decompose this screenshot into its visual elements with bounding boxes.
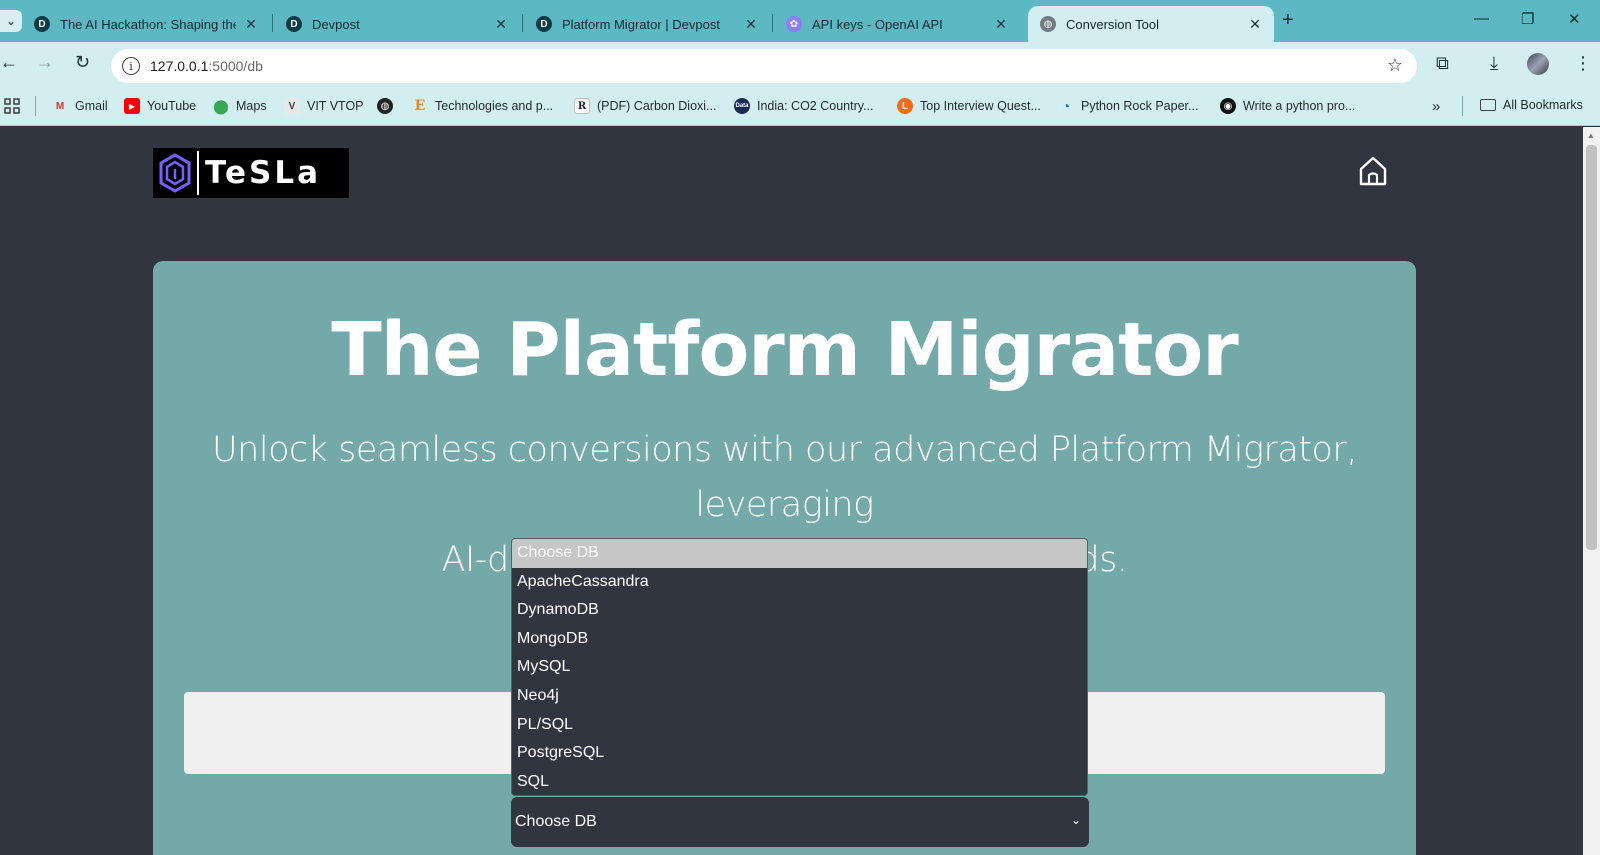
forward-button[interactable]: → bbox=[36, 52, 54, 73]
tab-separator bbox=[272, 14, 273, 32]
close-window-button[interactable]: ✕ bbox=[1568, 10, 1581, 28]
python-icon: ◔ bbox=[1061, 98, 1071, 114]
scrollbar-thumb[interactable] bbox=[1586, 145, 1597, 550]
tab-platform-migrator-devpost[interactable]: D Platform Migrator | Devpost ✕ bbox=[524, 6, 770, 42]
bookmarks-bar: M Gmail ▶ YouTube ⬤ Maps V VIT VTOP ◍ E … bbox=[0, 86, 1600, 126]
bookmark-vit-vtop[interactable]: V VIT VTOP bbox=[284, 98, 364, 114]
close-icon[interactable]: ✕ bbox=[242, 16, 260, 33]
bookmark-maps[interactable]: ⬤ Maps bbox=[213, 97, 266, 114]
bookmark-python-rock-paper[interactable]: ◔ Python Rock Paper... bbox=[1058, 98, 1199, 114]
tab-conversion-tool[interactable]: ◍ Conversion Tool ✕ bbox=[1028, 6, 1274, 42]
browser-toolbar: ← → ↻ i 127.0.0.1:5000/db ☆ ⧉ ⤓ ⋮ bbox=[0, 42, 1600, 86]
bookmark-globe[interactable]: ◍ bbox=[377, 98, 400, 114]
reload-button[interactable]: ↻ bbox=[75, 52, 90, 73]
select-value: Choose DB bbox=[515, 813, 597, 830]
tab-separator bbox=[772, 14, 773, 32]
devpost-icon: D bbox=[286, 16, 302, 32]
target-db-select[interactable]: Choose DB ⌄ bbox=[511, 797, 1089, 847]
github-icon: ◉ bbox=[1220, 98, 1236, 114]
db-option-plsql[interactable]: PL/SQL bbox=[512, 711, 1087, 740]
tab-title: Conversion Tool bbox=[1066, 16, 1159, 32]
gmail-icon: M bbox=[55, 100, 65, 112]
address-bar[interactable]: i 127.0.0.1:5000/db ☆ bbox=[111, 49, 1417, 83]
tesla-logo[interactable]: TeSLa bbox=[153, 148, 349, 198]
bookmark-separator bbox=[1462, 96, 1463, 116]
globe-icon: ◍ bbox=[377, 98, 393, 114]
globe-icon: ◍ bbox=[1040, 16, 1056, 32]
bookmark-technologies[interactable]: E Technologies and p... bbox=[412, 98, 553, 114]
bookmark-gmail[interactable]: M Gmail bbox=[52, 98, 108, 114]
minimize-button[interactable]: — bbox=[1474, 10, 1489, 27]
db-dropdown-list[interactable]: Choose DB ApacheCassandra DynamoDB Mongo… bbox=[511, 538, 1088, 796]
bookmark-star-icon[interactable]: ☆ bbox=[1387, 55, 1403, 76]
bookmark-carbon-dioxide[interactable]: R (PDF) Carbon Dioxi... bbox=[574, 98, 716, 114]
apps-grid-icon[interactable] bbox=[4, 98, 20, 114]
db-option-sql[interactable]: SQL bbox=[512, 768, 1087, 795]
devpost-icon: D bbox=[536, 16, 552, 32]
db-option-mongodb[interactable]: MongoDB bbox=[512, 625, 1087, 654]
tab-title: Platform Migrator | Devpost bbox=[562, 16, 720, 32]
bookmark-write-python[interactable]: ◉ Write a python pro... bbox=[1220, 98, 1355, 114]
tab-separator bbox=[522, 14, 523, 32]
home-button[interactable] bbox=[1356, 154, 1390, 188]
chevron-down-icon: ⌄ bbox=[5, 14, 17, 28]
tab-title: API keys - OpenAI API bbox=[812, 16, 943, 32]
restore-button[interactable]: ❐ bbox=[1521, 10, 1534, 28]
tab-search-dropdown[interactable]: ⌄ bbox=[0, 10, 22, 32]
page-scrollbar[interactable]: ▲ bbox=[1583, 127, 1600, 855]
tab-strip: ⌄ D The AI Hackathon: Shaping the ✕ D De… bbox=[0, 0, 1600, 42]
bookmark-india-co2[interactable]: Data India: CO2 Country... bbox=[734, 98, 874, 114]
site-info-icon[interactable]: i bbox=[122, 57, 140, 75]
data-icon: Data bbox=[734, 98, 750, 114]
page-title: The Platform Migrator bbox=[331, 307, 1239, 393]
page-content: TeSLa The Platform Migrator Unlock seaml… bbox=[0, 127, 1583, 855]
bookmark-top-interview[interactable]: L Top Interview Quest... bbox=[897, 98, 1041, 114]
menu-icon[interactable]: ⋮ bbox=[1574, 53, 1592, 74]
more-bookmarks-icon[interactable]: » bbox=[1432, 98, 1440, 115]
bookmark-youtube[interactable]: ▶ YouTube bbox=[124, 98, 196, 114]
close-icon[interactable]: ✕ bbox=[992, 16, 1010, 33]
db-option-apachecassandra[interactable]: ApacheCassandra bbox=[512, 568, 1087, 597]
all-bookmarks-folder[interactable]: All Bookmarks bbox=[1480, 98, 1583, 112]
e-icon: E bbox=[414, 98, 426, 114]
tab-ai-hackathon[interactable]: D The AI Hackathon: Shaping the ✕ bbox=[22, 6, 270, 42]
logo-divider bbox=[197, 151, 199, 195]
tab-title: Devpost bbox=[312, 16, 360, 32]
download-icon[interactable]: ⤓ bbox=[1490, 53, 1498, 74]
close-icon[interactable]: ✕ bbox=[742, 16, 760, 33]
chevron-down-icon: ⌄ bbox=[1070, 813, 1081, 827]
close-icon[interactable]: ✕ bbox=[1246, 16, 1264, 33]
researchgate-icon: R bbox=[574, 98, 590, 114]
logo-text: TeSLa bbox=[205, 155, 322, 191]
db-option-postgresql[interactable]: PostgreSQL bbox=[512, 739, 1087, 768]
db-option-choose[interactable]: Choose DB bbox=[512, 539, 1087, 568]
db-option-mysql[interactable]: MySQL bbox=[512, 653, 1087, 682]
folder-icon bbox=[1480, 99, 1496, 111]
tab-title: The AI Hackathon: Shaping the bbox=[60, 16, 236, 32]
scroll-up-icon[interactable]: ▲ bbox=[1587, 131, 1595, 140]
tab-devpost[interactable]: D Devpost ✕ bbox=[274, 6, 520, 42]
leetcode-icon: L bbox=[897, 98, 913, 114]
maps-icon: ⬤ bbox=[213, 97, 229, 114]
close-icon[interactable]: ✕ bbox=[492, 16, 510, 33]
back-button[interactable]: ← bbox=[0, 52, 18, 73]
db-option-neo4j[interactable]: Neo4j bbox=[512, 682, 1087, 711]
vit-icon: V bbox=[284, 98, 300, 114]
home-icon bbox=[1359, 156, 1387, 186]
bookmark-separator bbox=[35, 96, 36, 116]
new-tab-button[interactable]: + bbox=[1282, 9, 1294, 32]
db-option-dynamodb[interactable]: DynamoDB bbox=[512, 596, 1087, 625]
hexagon-logo-icon bbox=[153, 148, 197, 198]
youtube-icon: ▶ bbox=[124, 98, 140, 114]
extensions-icon[interactable]: ⧉ bbox=[1436, 53, 1449, 74]
devpost-icon: D bbox=[34, 16, 50, 32]
address-url: 127.0.0.1:5000/db bbox=[150, 58, 263, 74]
tab-openai-api-keys[interactable]: ✿ API keys - OpenAI API ✕ bbox=[774, 6, 1020, 42]
avatar[interactable] bbox=[1527, 53, 1549, 75]
openai-icon: ✿ bbox=[786, 16, 802, 32]
